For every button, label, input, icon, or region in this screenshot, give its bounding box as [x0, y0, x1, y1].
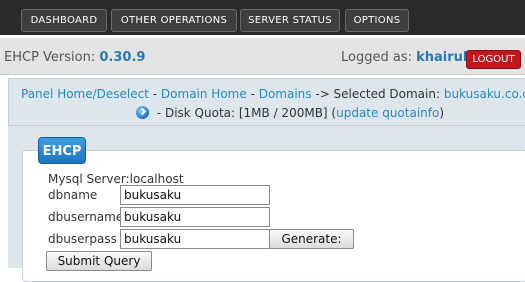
- disk-quota-line: - Disk Quota: [1MB / 200MB] (update quot…: [136, 106, 444, 120]
- dbusername-field[interactable]: bukusaku: [120, 207, 270, 227]
- logged-user: khairul: [416, 50, 468, 65]
- version-label: EHCP Version:: [4, 50, 96, 65]
- generate-button[interactable]: Generate:: [269, 229, 354, 249]
- breadcrumb-separator: -: [148, 87, 161, 101]
- dbname-field[interactable]: bukusaku: [120, 185, 270, 205]
- mysql-server-info: Mysql Server:localhost: [48, 172, 184, 186]
- logged-info: Logged as: khairul: [341, 50, 467, 65]
- disk-quota-text: - Disk Quota: [1MB / 200MB] (: [153, 106, 337, 120]
- nav-options[interactable]: OPTIONS: [345, 9, 409, 32]
- selected-domain-label: -> Selected Domain:: [311, 87, 444, 101]
- panel-home-link[interactable]: Panel Home/Deselect: [21, 87, 149, 101]
- breadcrumb: Panel Home/Deselect - Domain Home - Doma…: [8, 78, 525, 126]
- version-number: 0.30.9: [99, 50, 146, 65]
- logged-label: Logged as:: [341, 50, 412, 65]
- dbusername-label: dbusername: [48, 210, 124, 224]
- dbuserpass-label: dbuserpass: [48, 232, 117, 246]
- nav-server-status[interactable]: SERVER STATUS: [240, 9, 340, 32]
- top-nav: DASHBOARD OTHER OPERATIONS SERVER STATUS…: [0, 0, 525, 35]
- logout-button[interactable]: LOGOUT: [466, 50, 521, 69]
- nav-dashboard[interactable]: DASHBOARD: [21, 9, 107, 32]
- version-info: EHCP Version: 0.30.9: [4, 50, 145, 65]
- domain-home-link[interactable]: Domain Home: [161, 87, 247, 101]
- panel-title: EHCP: [38, 137, 86, 164]
- domains-link[interactable]: Domains: [259, 87, 312, 101]
- selected-domain-link[interactable]: bukusaku.co.cc: [444, 87, 525, 101]
- breadcrumb-separator: -: [246, 87, 259, 101]
- dbname-label: dbname: [48, 188, 98, 202]
- dbuserpass-field[interactable]: bukusaku: [120, 229, 270, 249]
- status-bar: EHCP Version: 0.30.9 Logged as: khairul …: [0, 38, 525, 75]
- submit-query-button[interactable]: Submit Query: [46, 251, 152, 271]
- go-arrow-icon[interactable]: [136, 106, 149, 119]
- breadcrumb-line: Panel Home/Deselect - Domain Home - Doma…: [21, 87, 525, 101]
- update-quota-link[interactable]: update quotainfo: [336, 106, 439, 120]
- quota-close: ): [439, 106, 445, 120]
- nav-other-operations[interactable]: OTHER OPERATIONS: [111, 9, 237, 32]
